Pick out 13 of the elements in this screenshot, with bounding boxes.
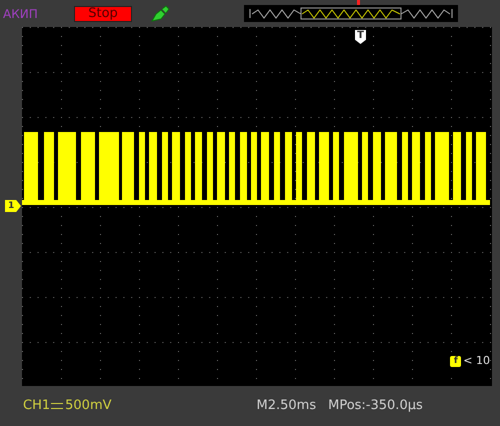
coupling-icon xyxy=(51,403,64,409)
position-label: MPos:-350.0µs xyxy=(328,397,423,416)
trigger-source-icon: f xyxy=(450,356,462,367)
brand-label: АКИП xyxy=(3,6,39,22)
trigger-position-tick xyxy=(357,0,360,5)
volts-per-div-label: 500mV xyxy=(65,397,112,416)
trigger-level-readout: < 10 xyxy=(463,353,490,369)
channel-label: CH1 xyxy=(23,397,50,416)
run-status-label: Stop xyxy=(74,6,132,22)
timebase-label: M2.50ms xyxy=(256,397,316,416)
probe-icon xyxy=(150,4,170,22)
channel-marker: 1 xyxy=(5,200,21,212)
trigger-marker: T xyxy=(355,30,366,44)
